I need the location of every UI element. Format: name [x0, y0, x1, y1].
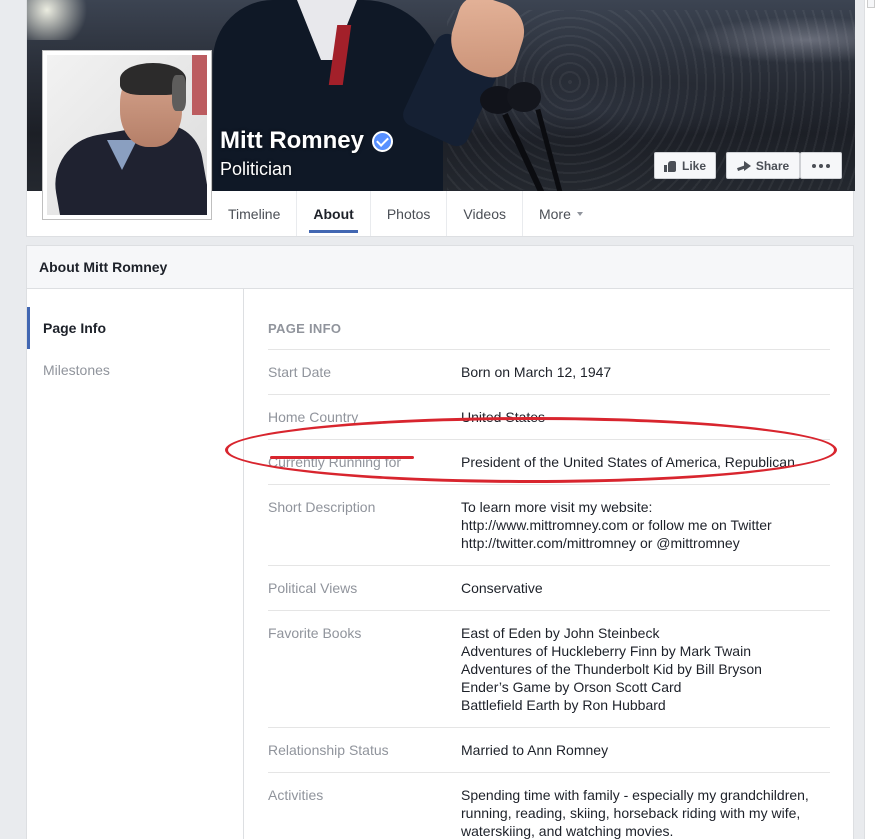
scroll-corner — [867, 0, 875, 8]
info-value-line: Adventures of Huckleberry Finn by Mark T… — [461, 643, 751, 659]
info-value-line: Married to Ann Romney — [461, 742, 609, 758]
about-sidenav: Page Info Milestones — [27, 289, 244, 839]
caret-down-icon — [576, 211, 583, 216]
info-label: Short Description — [268, 499, 376, 515]
share-label: Share — [755, 158, 790, 173]
profile-photo — [47, 55, 207, 215]
page-header: Mitt Romney Politician Like Share Timeli… — [26, 0, 855, 237]
info-value: To learn more visit my website: http://ww… — [461, 498, 772, 552]
info-row: Favorite Books East of Eden by John Stein… — [268, 611, 830, 728]
info-value-line: running, reading, skiing, horseback ridi… — [461, 805, 801, 821]
verified-badge-icon[interactable] — [372, 130, 393, 152]
page-category[interactable]: Politician — [220, 159, 292, 180]
info-row: Political Views Conservative — [268, 566, 830, 611]
info-value-line: Born on March 12, 1947 — [461, 364, 612, 380]
page-title-group: Mitt Romney — [220, 127, 393, 155]
info-value: Spending time with family - especially m… — [461, 786, 809, 839]
photo-bg-strip — [192, 55, 207, 115]
like-label: Like — [681, 158, 706, 173]
info-value-line: East of Eden by John Steinbeck — [461, 625, 660, 641]
info-value-line: Adventures of the Thunderbolt Kid by Bil… — [461, 661, 762, 677]
info-value: Born on March 12, 1947 — [461, 363, 611, 381]
sidenav-item-milestones[interactable]: Milestones — [27, 349, 243, 391]
profile-picture[interactable] — [42, 50, 212, 220]
ellipsis-icon — [812, 163, 830, 168]
tab-more[interactable]: More — [523, 191, 599, 236]
sidenav-item-page-info[interactable]: Page Info — [27, 307, 243, 349]
info-value-line: President of the United States of Americ… — [461, 454, 795, 470]
tab-timeline[interactable]: Timeline — [212, 191, 298, 236]
info-value-line: Spending time with family - especially m… — [461, 787, 809, 803]
red-underline-annotation — [270, 456, 414, 459]
tab-about[interactable]: About — [297, 191, 371, 236]
thumbs-up-icon — [663, 160, 677, 172]
info-label: Start Date — [268, 364, 332, 380]
info-value-line: Ender’s Game by Orson Scott Card — [461, 679, 682, 695]
info-row: Relationship Status Married to Ann Romney — [268, 728, 830, 773]
page-info-content: PAGE INFO Start Date Born on March 12, 19… — [268, 289, 830, 839]
page-tabs: Timeline About Photos Videos More — [212, 191, 599, 236]
info-value: Conservative — [461, 579, 543, 597]
info-value-line: http://twitter.com/mittromney or @mittro… — [461, 535, 740, 551]
cover-light — [27, 0, 87, 40]
info-row: Start Date Born on March 12, 1947 — [268, 350, 830, 395]
info-value: United States — [461, 408, 545, 426]
tab-more-label: More — [538, 205, 571, 222]
info-value-line: United States — [461, 409, 546, 425]
about-card: About Mitt Romney Page Info Milestones P… — [26, 245, 854, 839]
info-value: Married to Ann Romney — [461, 741, 608, 759]
tab-photos[interactable]: Photos — [371, 191, 448, 236]
info-row: Activities Spending time with family - es… — [268, 773, 830, 839]
info-label: Favorite Books — [268, 625, 362, 641]
section-title: PAGE INFO — [268, 321, 830, 350]
tab-videos[interactable]: Videos — [447, 191, 523, 236]
like-button[interactable]: Like — [654, 152, 716, 179]
info-row: Currently Running for President of the Un… — [268, 440, 830, 485]
info-label: Home Country — [268, 409, 359, 425]
photo-hair-side — [172, 75, 186, 111]
page-title[interactable]: Mitt Romney — [220, 127, 364, 155]
info-value-line: waterskiing, and watching movies. — [461, 823, 674, 839]
info-row: Home Country United States — [268, 395, 830, 440]
microphone — [507, 82, 541, 112]
about-header: About Mitt Romney — [27, 246, 853, 289]
right-scrollbar[interactable] — [864, 0, 878, 839]
share-arrow-icon — [737, 160, 751, 172]
info-value-line: Battlefield Earth by Ron Hubbard — [461, 697, 666, 713]
share-button[interactable]: Share — [726, 152, 800, 179]
info-row: Short Description To learn more visit my … — [268, 485, 830, 566]
info-value: President of the United States of Americ… — [461, 453, 795, 471]
info-value-line: Conservative — [461, 580, 543, 596]
info-label: Political Views — [268, 580, 358, 596]
info-label: Relationship Status — [268, 742, 389, 758]
info-label: Activities — [268, 787, 324, 803]
info-rows: Start Date Born on March 12, 1947 Home Cou… — [268, 350, 830, 839]
more-options-button[interactable] — [800, 152, 842, 179]
info-value-line: To learn more visit my website: — [461, 499, 653, 515]
info-value: East of Eden by John Steinbeck Adventures… — [461, 624, 762, 714]
info-value-line: http://www.mittromney.com or follow me o… — [461, 517, 772, 533]
